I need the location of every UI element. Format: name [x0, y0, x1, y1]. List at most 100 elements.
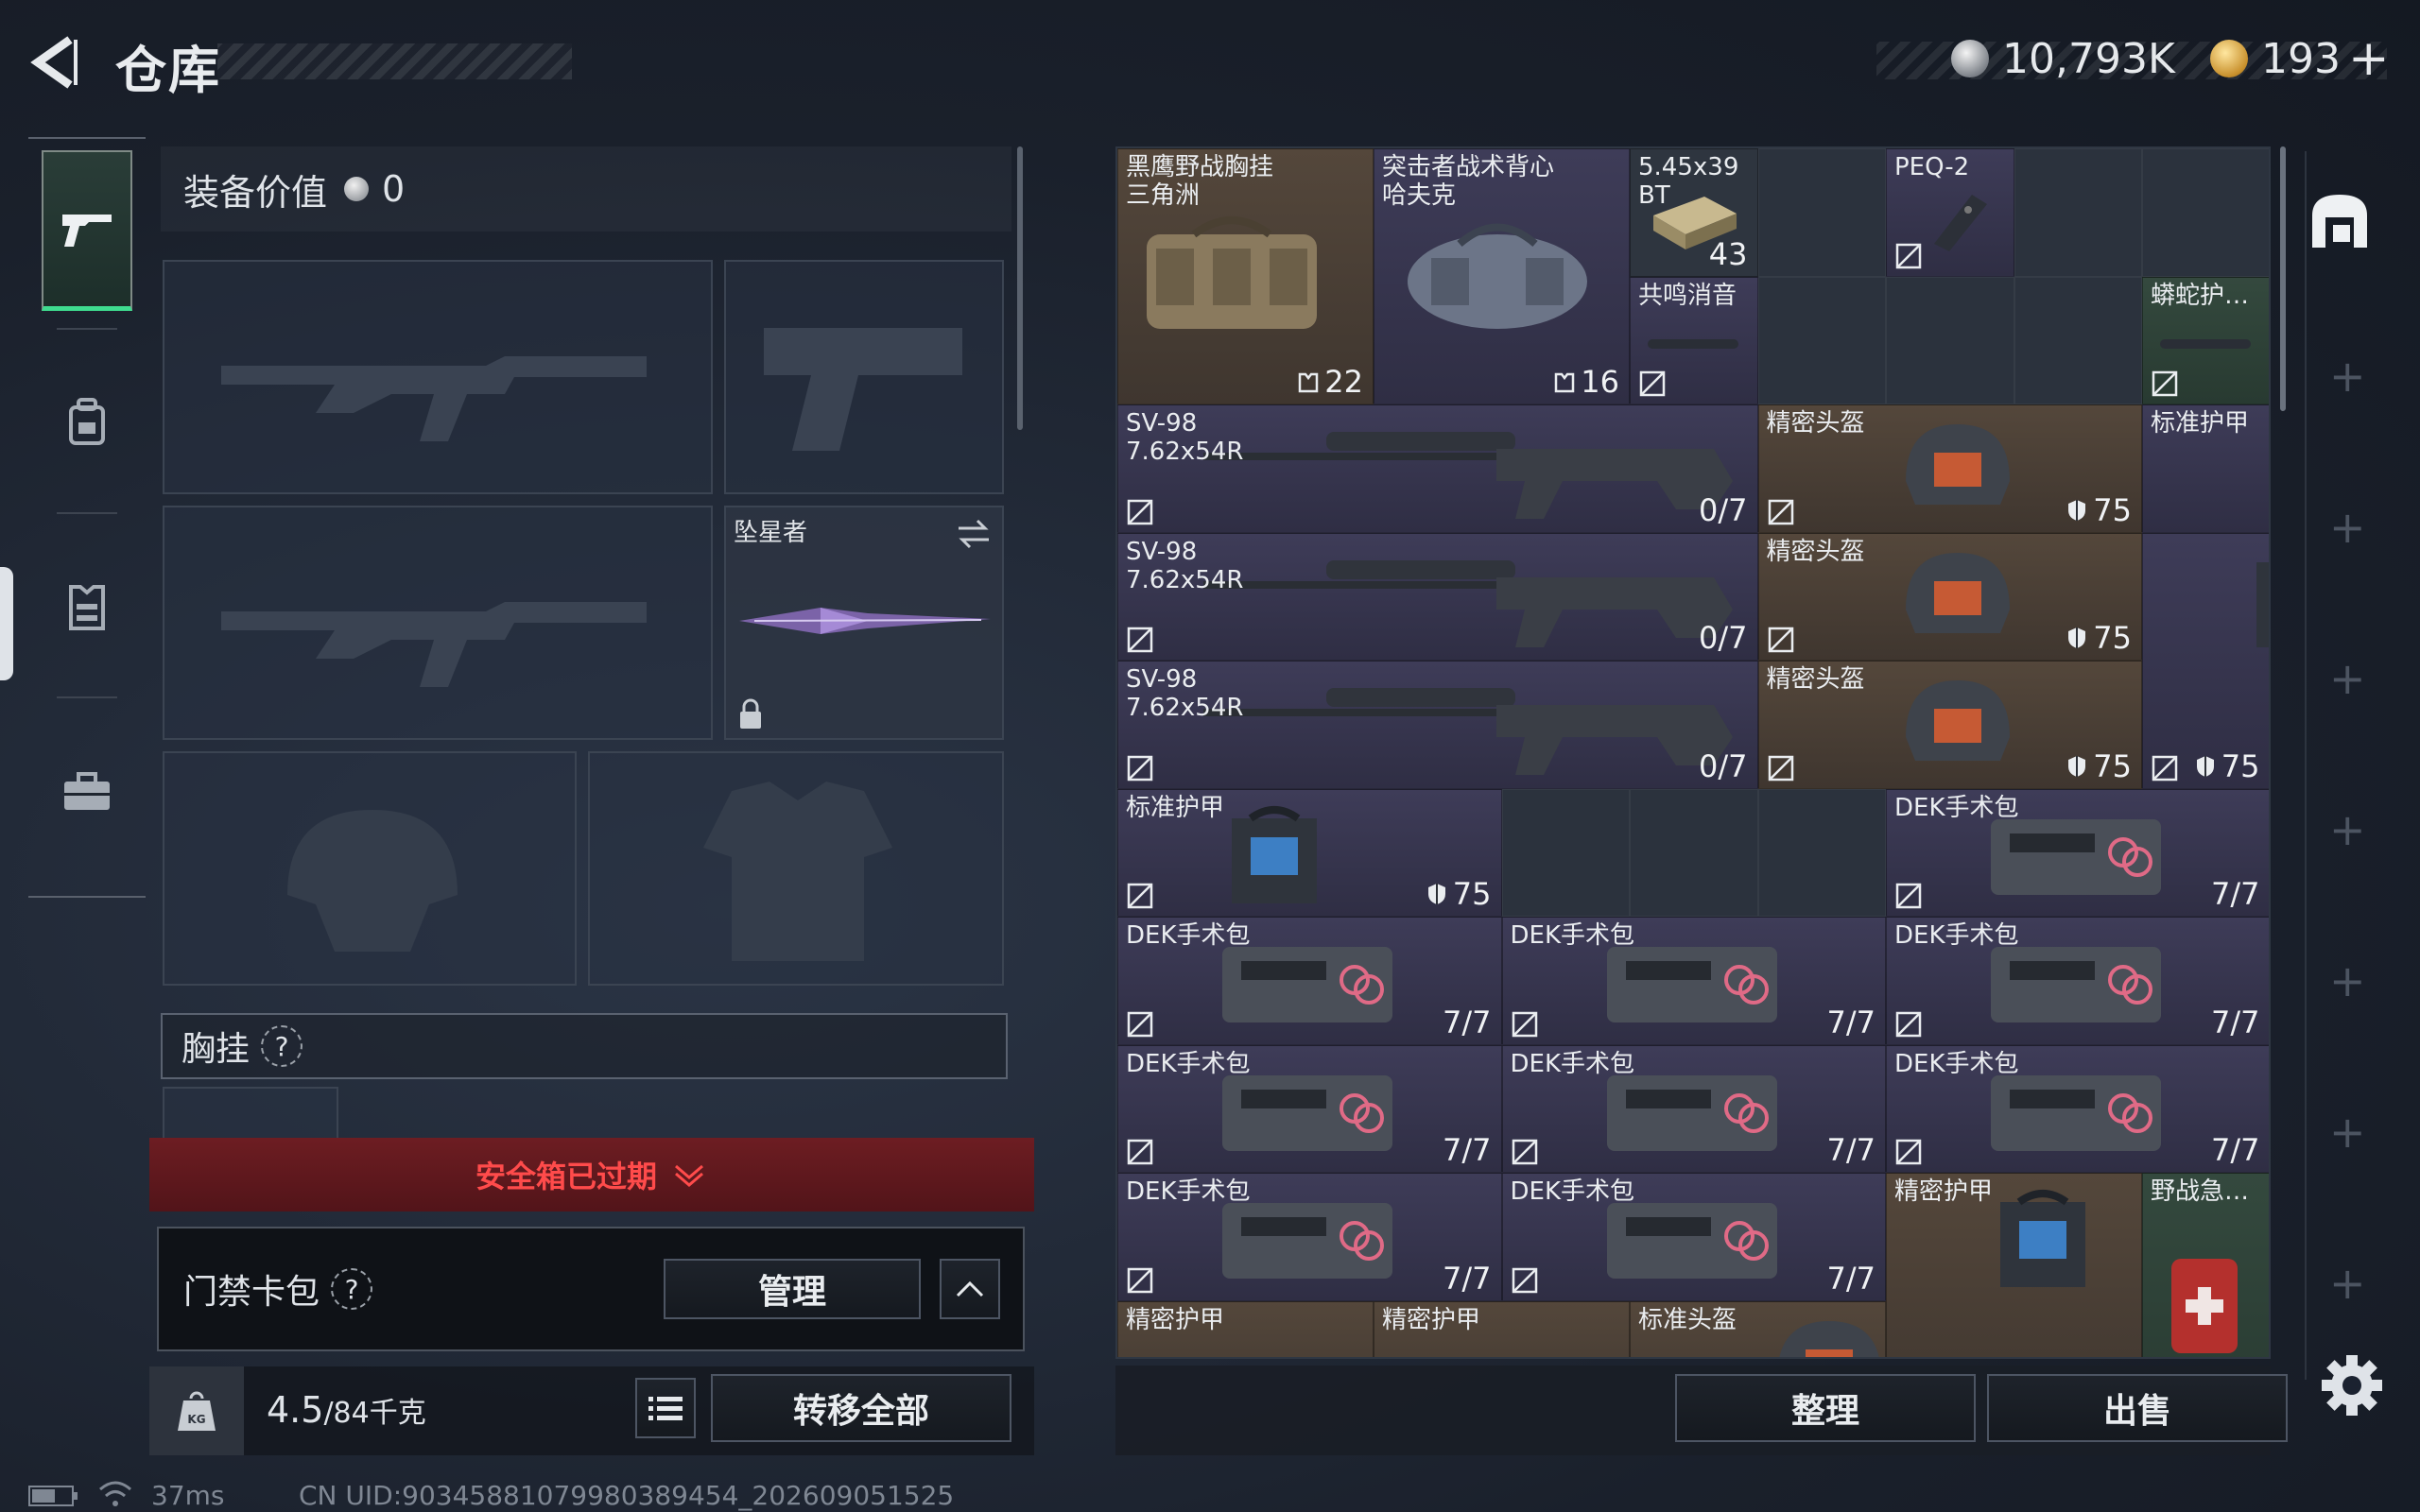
- item-count-value: 22: [1324, 364, 1363, 400]
- melee-slot[interactable]: 坠星者: [724, 506, 1004, 740]
- helmet-slot[interactable]: [163, 751, 577, 986]
- add-tab-button[interactable]: +: [2329, 354, 2366, 398]
- add-currency-button[interactable]: +: [2348, 30, 2390, 87]
- manage-button[interactable]: 管理: [664, 1259, 921, 1319]
- laser-module-icon: [1934, 195, 1987, 251]
- item-count: 7/7: [1443, 1005, 1492, 1040]
- item-count-value: 0/7: [1699, 747, 1748, 784]
- item-count: 16: [1554, 364, 1619, 400]
- storage-cell[interactable]: [1757, 148, 1886, 277]
- helmet-icon: [1779, 1320, 1879, 1357]
- wifi-icon: [99, 1481, 131, 1506]
- storage-item[interactable]: SV-98 7.62x54R 0/7: [1117, 532, 1758, 661]
- chest-rig-slot[interactable]: [163, 1087, 338, 1143]
- storage-item[interactable]: DEK手术包 7/7: [1886, 788, 2269, 917]
- warehouse-tab-icon[interactable]: [2307, 189, 2373, 255]
- storage-item[interactable]: 5.45x39 BT 43: [1630, 148, 1758, 277]
- title-decoration: [217, 43, 572, 79]
- item-count: 7/7: [2211, 1005, 2260, 1040]
- storage-item[interactable]: 精密护甲: [1374, 1300, 1630, 1357]
- transfer-all-button[interactable]: 转移全部: [711, 1374, 1011, 1442]
- add-tab-button[interactable]: +: [2329, 959, 2366, 1003]
- weight-max: /84千克: [323, 1397, 426, 1430]
- storage-cell[interactable]: [1757, 276, 1886, 404]
- list-view-button[interactable]: [635, 1378, 696, 1438]
- storage-item[interactable]: 精密头盔 75: [1757, 404, 2142, 533]
- storage-item[interactable]: DEK手术包 7/7: [1501, 1173, 1886, 1301]
- unbound-icon: [2152, 755, 2178, 781]
- storage-cell[interactable]: [2142, 148, 2269, 277]
- storage-item[interactable]: DEK手术包 7/7: [1501, 917, 1886, 1045]
- sell-button[interactable]: 出售: [1987, 1374, 2288, 1442]
- storage-item[interactable]: DEK手术包 7/7: [1501, 1044, 1886, 1173]
- storage-cell[interactable]: [2014, 276, 2142, 404]
- storage-item[interactable]: SV-98 7.62x54R 0/7: [1117, 661, 1758, 789]
- armor-slot[interactable]: [588, 751, 1004, 986]
- storage-cell[interactable]: [1501, 788, 1630, 917]
- storage-item[interactable]: 75: [2142, 532, 2269, 789]
- nav-vest[interactable]: [42, 526, 132, 687]
- nav-backpack[interactable]: [42, 342, 132, 503]
- nav-case[interactable]: [42, 711, 132, 871]
- equipment-value-label: 装备价值: [183, 171, 328, 214]
- storage-cell[interactable]: [1886, 276, 2014, 404]
- storage-item[interactable]: 突击者战术背心 哈夫克 16: [1374, 148, 1630, 404]
- storage-item[interactable]: 蟒蛇护…: [2142, 276, 2269, 404]
- help-icon[interactable]: ?: [331, 1268, 373, 1310]
- side-drawer-handle[interactable]: [0, 567, 13, 680]
- storage-item[interactable]: PEQ-2: [1886, 148, 2014, 277]
- storage-cell[interactable]: [1757, 788, 1886, 917]
- lock-icon: [740, 698, 761, 729]
- item-name: 黑鹰野战胸挂 三角洲: [1126, 153, 1274, 210]
- storage-item[interactable]: 标准护甲 75: [1117, 788, 1502, 917]
- item-count: 0/7: [1699, 620, 1748, 656]
- storage-cell[interactable]: [2014, 148, 2142, 277]
- back-arrow-icon[interactable]: [26, 34, 83, 91]
- storage-item[interactable]: 精密头盔 75: [1757, 532, 2142, 661]
- add-tab-button[interactable]: +: [2329, 506, 2366, 549]
- collapse-button[interactable]: [940, 1259, 1000, 1319]
- swap-icon[interactable]: [955, 517, 993, 551]
- add-tab-button[interactable]: +: [2329, 657, 2366, 700]
- nav-weapons[interactable]: [42, 150, 132, 311]
- safe-box-expired-banner[interactable]: 安全箱已过期: [149, 1138, 1034, 1211]
- primary-weapon-slot[interactable]: [163, 260, 713, 494]
- item-name: 精密护甲: [1126, 1305, 1225, 1334]
- storage-scrollbar[interactable]: [2280, 146, 2286, 411]
- storage-item[interactable]: SV-98 7.62x54R 0/7: [1117, 404, 1758, 533]
- add-tab-button[interactable]: +: [2329, 808, 2366, 851]
- secondary-weapon-slot[interactable]: [163, 506, 713, 740]
- storage-item[interactable]: DEK手术包 7/7: [1886, 1044, 2269, 1173]
- storage-item[interactable]: 共鸣消音: [1630, 276, 1758, 404]
- capacity-icon: [1299, 372, 1319, 393]
- storage-item[interactable]: 精密护甲: [1886, 1173, 2142, 1357]
- item-name: 标准护甲: [2151, 409, 2250, 438]
- item-name: 精密头盔: [1766, 665, 1865, 694]
- unbound-icon: [2152, 370, 2178, 397]
- gear-icon[interactable]: [2316, 1349, 2388, 1421]
- storage-item[interactable]: DEK手术包 7/7: [1117, 917, 1502, 1045]
- help-icon[interactable]: ?: [261, 1025, 303, 1067]
- chest-rig-header[interactable]: 胸挂 ?: [161, 1013, 1008, 1079]
- storage-cell[interactable]: [1630, 788, 1758, 917]
- add-tab-button[interactable]: +: [2329, 1110, 2366, 1154]
- battery-icon: [28, 1486, 78, 1506]
- storage-item[interactable]: DEK手术包 7/7: [1886, 917, 2269, 1045]
- pistol-slot[interactable]: [724, 260, 1004, 494]
- storage-item[interactable]: 黑鹰野战胸挂 三角洲 22: [1117, 148, 1374, 404]
- durability-shield-icon: [2068, 499, 2086, 521]
- item-name: 突击者战术背心 哈夫克: [1382, 153, 1555, 210]
- add-tab-button[interactable]: +: [2329, 1262, 2366, 1305]
- storage-item[interactable]: DEK手术包 7/7: [1117, 1044, 1502, 1173]
- equipment-scrollbar[interactable]: [1017, 146, 1023, 430]
- storage-item[interactable]: 标准头盔: [1630, 1300, 1886, 1357]
- storage-item[interactable]: 精密头盔 75: [1757, 661, 2142, 789]
- storage-grid[interactable]: 黑鹰野战胸挂 三角洲 22 突击者战术背心 哈夫克 16 5.45x39 BT 43 PEQ…: [1115, 146, 2271, 1359]
- currency-gold[interactable]: 193 +: [2210, 30, 2390, 87]
- sort-button[interactable]: 整理: [1675, 1374, 1976, 1442]
- storage-item[interactable]: 标准护甲: [2142, 404, 2269, 533]
- storage-item[interactable]: 野战急…: [2142, 1173, 2269, 1357]
- sniper-rifle-icon: [1203, 432, 1733, 519]
- storage-item[interactable]: 精密护甲: [1117, 1300, 1374, 1357]
- storage-item[interactable]: DEK手术包 7/7: [1117, 1173, 1502, 1301]
